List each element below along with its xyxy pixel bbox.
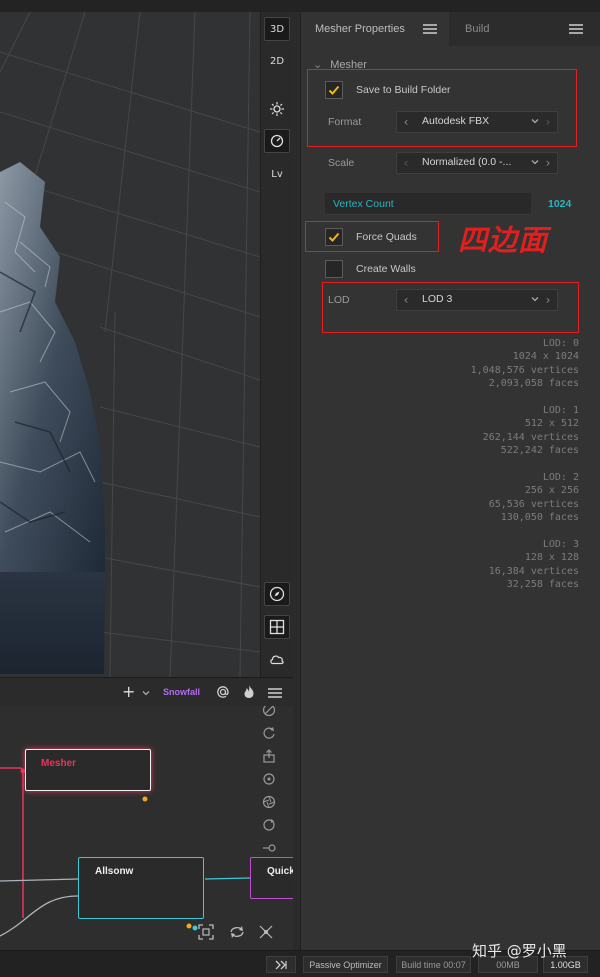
export-icon[interactable] bbox=[262, 749, 276, 763]
hamburger-menu-icon[interactable] bbox=[268, 688, 282, 698]
frame-select-icon[interactable] bbox=[198, 924, 214, 940]
vertex-count-label: Vertex Count bbox=[333, 198, 394, 210]
gauge-button[interactable] bbox=[264, 129, 290, 153]
chevron-right-icon[interactable]: › bbox=[541, 153, 555, 173]
highlight-box-force-quads bbox=[305, 221, 439, 252]
lod-info-faces: 2,093,058 faces bbox=[488, 378, 579, 390]
passive-optimizer-toggle[interactable]: Passive Optimizer bbox=[303, 956, 388, 973]
hamburger-menu-icon[interactable] bbox=[569, 24, 583, 34]
hamburger-menu-icon[interactable] bbox=[423, 24, 437, 34]
lod-info-vertices: 262,144 vertices bbox=[482, 431, 579, 443]
viewport-toolbar: 3D 2D Lv bbox=[260, 12, 293, 677]
top-strip bbox=[0, 0, 600, 12]
create-walls-label: Create Walls bbox=[356, 263, 416, 275]
lod-info-block: LOD: 0 1024 x 1024 1,048,576 vertices 2,093… bbox=[471, 337, 579, 391]
tab-build-label: Build bbox=[465, 23, 490, 35]
handwritten-annotation: 四边面 bbox=[458, 223, 549, 257]
node-title: Mesher bbox=[41, 758, 77, 769]
network-icon[interactable] bbox=[258, 924, 274, 940]
lod-info-block: LOD: 1 512 x 512 262,144 vertices 522,242 f… bbox=[483, 404, 579, 458]
no-entry-icon[interactable] bbox=[262, 706, 276, 717]
chevron-left-icon[interactable]: ‹ bbox=[399, 153, 413, 173]
highlight-box-save-format bbox=[307, 69, 577, 147]
compass-button[interactable] bbox=[264, 582, 290, 606]
loop-icon[interactable] bbox=[262, 818, 276, 832]
project-name[interactable]: Snowfall bbox=[163, 687, 200, 697]
rotate-icon[interactable] bbox=[262, 726, 276, 740]
cloud-button[interactable] bbox=[264, 647, 290, 671]
key-icon[interactable] bbox=[262, 841, 276, 855]
refresh-icon[interactable] bbox=[229, 924, 245, 940]
lod-info-resolution: 128 x 128 bbox=[524, 552, 579, 564]
allsonw-node[interactable]: Allsonw bbox=[78, 857, 204, 919]
build-time-display: Build time 00:07 bbox=[396, 956, 471, 973]
3d-view-icon: 3D bbox=[269, 23, 285, 35]
add-node-button[interactable]: + bbox=[122, 682, 135, 701]
tab-build[interactable]: Build bbox=[451, 12, 600, 46]
tab-mesher-properties-label: Mesher Properties bbox=[315, 23, 405, 35]
sun-light-button[interactable] bbox=[264, 97, 290, 121]
lod-info-vertices: 65,536 vertices bbox=[488, 498, 579, 510]
watermark: 知乎 @罗小黑 bbox=[472, 942, 567, 960]
gauge-icon bbox=[270, 134, 284, 148]
lod-info-block: LOD: 3 128 x 128 16,384 vertices 32,258 fac… bbox=[489, 538, 579, 592]
3d-viewport[interactable] bbox=[0, 12, 260, 677]
port-dot[interactable] bbox=[192, 925, 198, 931]
level-icon: Lv bbox=[271, 168, 283, 180]
lod-info-resolution: 256 x 256 bbox=[524, 485, 579, 497]
lod-info-title: LOD: 3 bbox=[542, 539, 579, 550]
connection-wire bbox=[0, 878, 79, 882]
vertex-count-slider[interactable]: Vertex Count bbox=[325, 193, 531, 215]
port-dot[interactable] bbox=[186, 923, 192, 929]
chevron-down-icon[interactable] bbox=[142, 689, 150, 697]
node-graph-canvas[interactable]: Mesher Allsonw Quicke bbox=[0, 706, 293, 950]
level-button[interactable]: Lv bbox=[264, 162, 290, 186]
lod-info-faces: 32,258 faces bbox=[506, 579, 579, 591]
flame-icon[interactable] bbox=[243, 684, 255, 699]
panel-tab-bar: Mesher Properties Build bbox=[301, 12, 600, 46]
grid-icon bbox=[269, 619, 285, 635]
node-title: Allsonw bbox=[95, 866, 134, 877]
lod-info-title: LOD: 1 bbox=[542, 405, 579, 416]
lod-info-vertices: 16,384 vertices bbox=[488, 565, 579, 577]
play-forward-button[interactable] bbox=[266, 956, 296, 973]
lod-info-resolution: 512 x 512 bbox=[524, 418, 579, 430]
2d-view-icon: 2D bbox=[269, 55, 285, 67]
mesher-node[interactable]: Mesher bbox=[25, 749, 151, 791]
lod-info-faces: 522,242 faces bbox=[500, 445, 579, 457]
lod-info-title: LOD: 0 bbox=[542, 338, 579, 349]
lod-info-vertices: 1,048,576 vertices bbox=[470, 364, 579, 376]
at-sign-icon[interactable] bbox=[216, 685, 230, 699]
properties-panel: Mesher Properties Build ⌄ Mesher Save to … bbox=[300, 12, 600, 950]
chevron-down-icon bbox=[531, 160, 539, 165]
lod-info-title: LOD: 2 bbox=[542, 472, 579, 483]
lod-info-block: LOD: 2 256 x 256 65,536 vertices 130,050 fa… bbox=[489, 471, 579, 525]
scale-value: Normalized (0.0 -... bbox=[422, 156, 512, 168]
crosshair-icon[interactable] bbox=[262, 772, 276, 786]
lod-info-resolution: 1024 x 1024 bbox=[512, 351, 579, 363]
vertex-count-value[interactable]: 1024 bbox=[548, 198, 571, 210]
sun-icon bbox=[270, 102, 284, 116]
shutter-icon[interactable] bbox=[262, 795, 276, 809]
scale-label: Scale bbox=[328, 157, 355, 169]
3d-view-button[interactable]: 3D bbox=[264, 17, 290, 41]
fast-forward-icon bbox=[275, 960, 287, 969]
port-dot[interactable] bbox=[142, 796, 148, 802]
tab-mesher-properties[interactable]: Mesher Properties bbox=[301, 12, 449, 46]
graph-side-tools bbox=[255, 706, 285, 950]
highlight-box-lod bbox=[322, 282, 579, 333]
2d-view-button[interactable]: 2D bbox=[264, 49, 290, 73]
connection-wire bbox=[204, 877, 251, 880]
cloud-icon bbox=[270, 655, 284, 665]
graph-toolbar: + Snowfall bbox=[0, 677, 293, 706]
compass-icon bbox=[269, 586, 285, 602]
grid-button[interactable] bbox=[264, 615, 290, 639]
connection-wire bbox=[0, 895, 79, 937]
connection-wire bbox=[0, 767, 24, 918]
terrain-render bbox=[0, 12, 260, 677]
create-walls-checkbox[interactable] bbox=[325, 260, 343, 278]
scale-dropdown[interactable]: ‹ Normalized (0.0 -... › bbox=[396, 152, 558, 174]
lod-info-faces: 130,050 faces bbox=[500, 512, 579, 524]
